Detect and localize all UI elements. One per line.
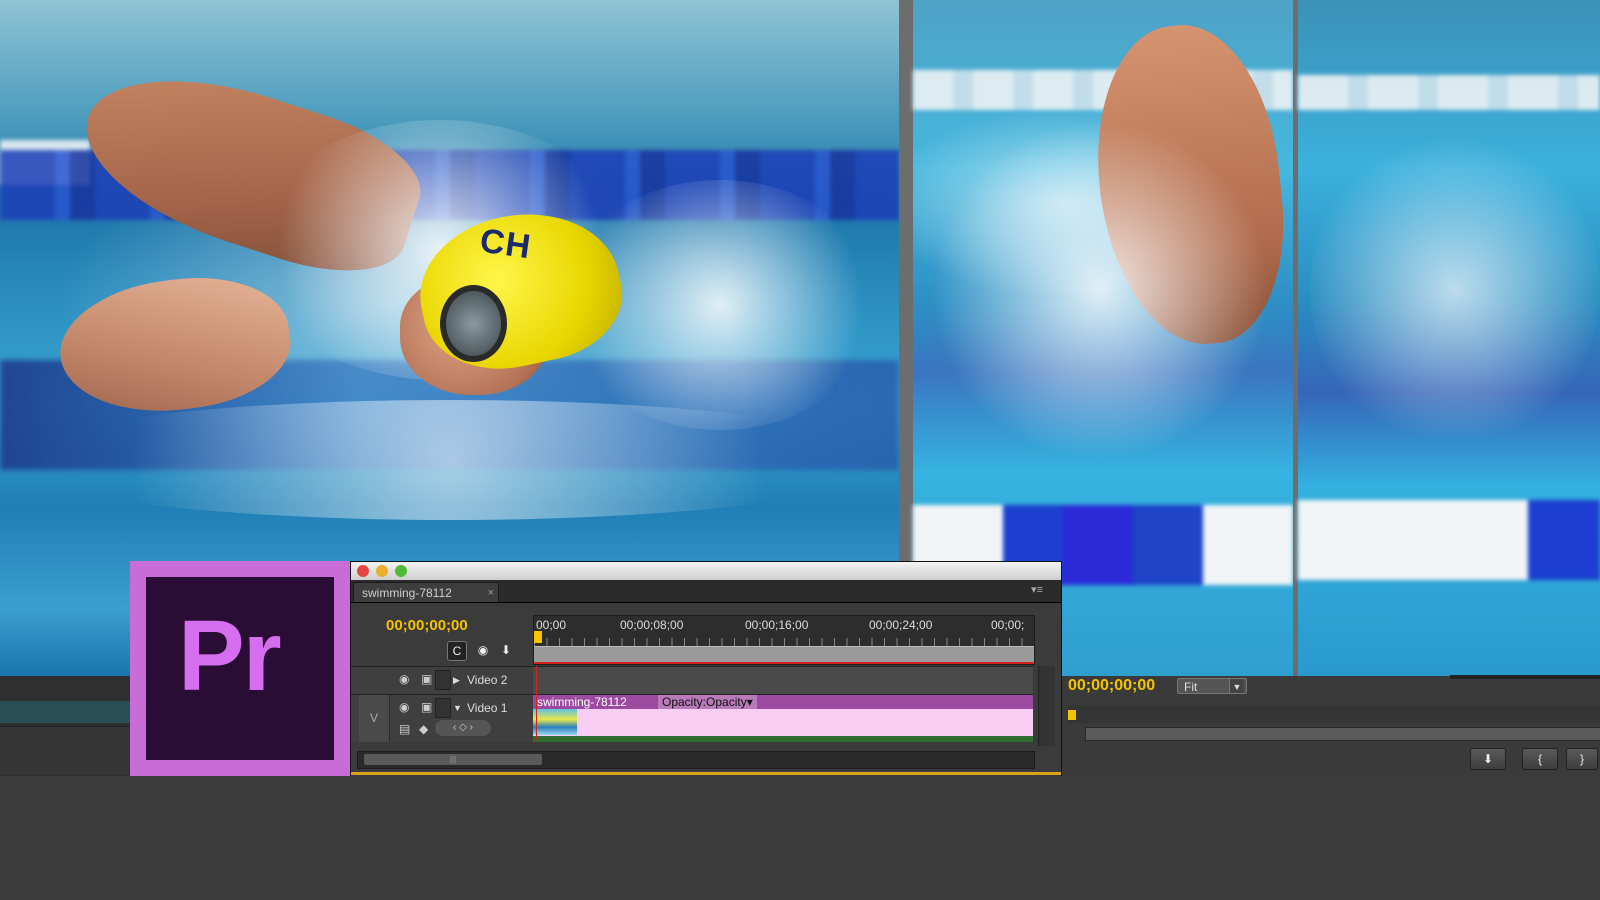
strip-panel xyxy=(0,726,130,775)
linked-selection-icon[interactable]: ◉ xyxy=(474,641,492,659)
logo-text: Pr xyxy=(178,600,282,712)
ruler-label: 00;00;08;00 xyxy=(620,618,684,632)
marker-icon[interactable]: ⬇ xyxy=(497,641,515,659)
strip-bar xyxy=(0,701,130,723)
lane-rope-right-top xyxy=(1298,75,1600,110)
ruler-label: 00;00;24;00 xyxy=(869,618,933,632)
ruler-label: 00;00; xyxy=(991,618,1025,632)
track-name: Video 2 xyxy=(467,673,508,687)
track-header-video2: ◉ ▣ ▶ Video 2 xyxy=(351,666,533,694)
ruler-ticks xyxy=(534,638,1034,646)
keyframe-icon[interactable]: ◆ xyxy=(419,722,428,736)
eye-icon[interactable]: ◉ xyxy=(399,700,409,714)
track-name: Video 1 xyxy=(467,701,508,715)
vertical-scrollbar[interactable] xyxy=(1038,666,1055,746)
display-style-icon[interactable]: ▤ xyxy=(399,722,410,736)
clip-name: swimming-78112 xyxy=(537,695,627,709)
opacity-menu[interactable]: Opacity:Opacity▾ xyxy=(658,695,757,709)
water-splash-right xyxy=(1310,130,1600,450)
playhead[interactable] xyxy=(534,631,542,643)
water-surface xyxy=(0,400,899,520)
goggles xyxy=(440,285,507,362)
time-ruler[interactable]: 00;00 00;00;08;00 00;00;16;00 00;00;24;0… xyxy=(533,615,1035,665)
mark-in-icon: { xyxy=(1537,752,1542,766)
mark-in-button[interactable]: { xyxy=(1522,748,1558,770)
minimize-window-button[interactable] xyxy=(376,565,388,577)
scroll-thumb[interactable]: ||| xyxy=(364,754,542,765)
close-icon[interactable]: × xyxy=(488,583,494,603)
track-video2[interactable] xyxy=(533,666,1033,694)
film-icon[interactable]: ▣ xyxy=(421,672,432,686)
monitor-top-bar xyxy=(1450,675,1600,679)
tab-label: swimming-78112 xyxy=(362,586,452,600)
add-marker-button[interactable]: ⬇ xyxy=(1470,748,1506,770)
swim-cap-text: CH xyxy=(477,221,534,267)
collapse-icon[interactable]: ▼ xyxy=(453,703,462,713)
clip-audio-bar xyxy=(533,736,1033,742)
panel-menu-icon[interactable]: ▾≡ xyxy=(1031,583,1043,596)
snap-icon[interactable]: C xyxy=(447,641,467,661)
mark-out-button[interactable]: } xyxy=(1566,748,1598,770)
zoom-select[interactable]: Fit ▼ xyxy=(1177,678,1247,694)
close-window-button[interactable] xyxy=(357,565,369,577)
track-video1: swimming-78112 Opacity:Opacity▾ xyxy=(533,694,1033,742)
eye-icon[interactable]: ◉ xyxy=(399,672,409,686)
program-time-ruler[interactable] xyxy=(1068,705,1600,723)
expand-icon[interactable]: ▶ xyxy=(453,675,460,686)
tab-bar: swimming-78112 × ▾≡ xyxy=(351,580,1061,603)
chevron-down-icon: ▼ xyxy=(1229,679,1244,693)
render-bar xyxy=(534,662,1034,664)
panel-focus-border xyxy=(351,772,1061,775)
horizontal-scrollbar[interactable]: ||| xyxy=(357,751,1035,769)
lock-toggle[interactable] xyxy=(435,670,451,690)
program-playhead[interactable] xyxy=(1068,710,1076,720)
zoom-window-button[interactable] xyxy=(395,565,407,577)
lock-toggle[interactable] xyxy=(435,698,451,718)
keyframe-navigator[interactable]: ‹ ◇ › xyxy=(435,720,491,736)
water-splash-mid xyxy=(930,120,1270,460)
timeline-window: swimming-78112 × ▾≡ 00;00;00;00 C ◉ ⬇ 00… xyxy=(350,561,1062,777)
work-area-bar[interactable] xyxy=(534,646,1034,663)
track-header-video1: V ◉ ▣ ▼ Video 1 ▤ ◆ ‹ ◇ › xyxy=(351,694,533,742)
clip-thumbnail xyxy=(533,709,577,735)
project-panel-strip xyxy=(0,676,130,776)
clip-header[interactable]: swimming-78112 xyxy=(533,695,1033,709)
timeline-body: 00;00;00;00 C ◉ ⬇ 00;00 00;00;08;00 00;0… xyxy=(351,603,1061,777)
ruler-label: 00;00 xyxy=(536,618,567,632)
playhead-line xyxy=(536,666,537,741)
lane-rope-right-bottom xyxy=(1298,500,1600,580)
ruler-label: 00;00;16;00 xyxy=(745,618,809,632)
sequence-timecode[interactable]: 00;00;00;00 xyxy=(386,617,468,634)
program-scrub-bar[interactable] xyxy=(1085,727,1600,741)
source-patch-badge[interactable]: V xyxy=(359,695,390,742)
program-timecode[interactable]: 00;00;00;00 xyxy=(1068,677,1155,695)
clip-body[interactable] xyxy=(533,709,1033,736)
zoom-value: Fit xyxy=(1184,680,1198,694)
premiere-pro-logo: Pr xyxy=(130,561,350,776)
logo-inner: Pr xyxy=(146,577,334,760)
mark-out-icon: } xyxy=(1579,752,1584,766)
marker-icon: ⬇ xyxy=(1482,752,1494,766)
window-titlebar[interactable] xyxy=(351,562,1061,581)
film-icon[interactable]: ▣ xyxy=(421,700,432,714)
tab-sequence[interactable]: swimming-78112 × xyxy=(353,582,499,602)
